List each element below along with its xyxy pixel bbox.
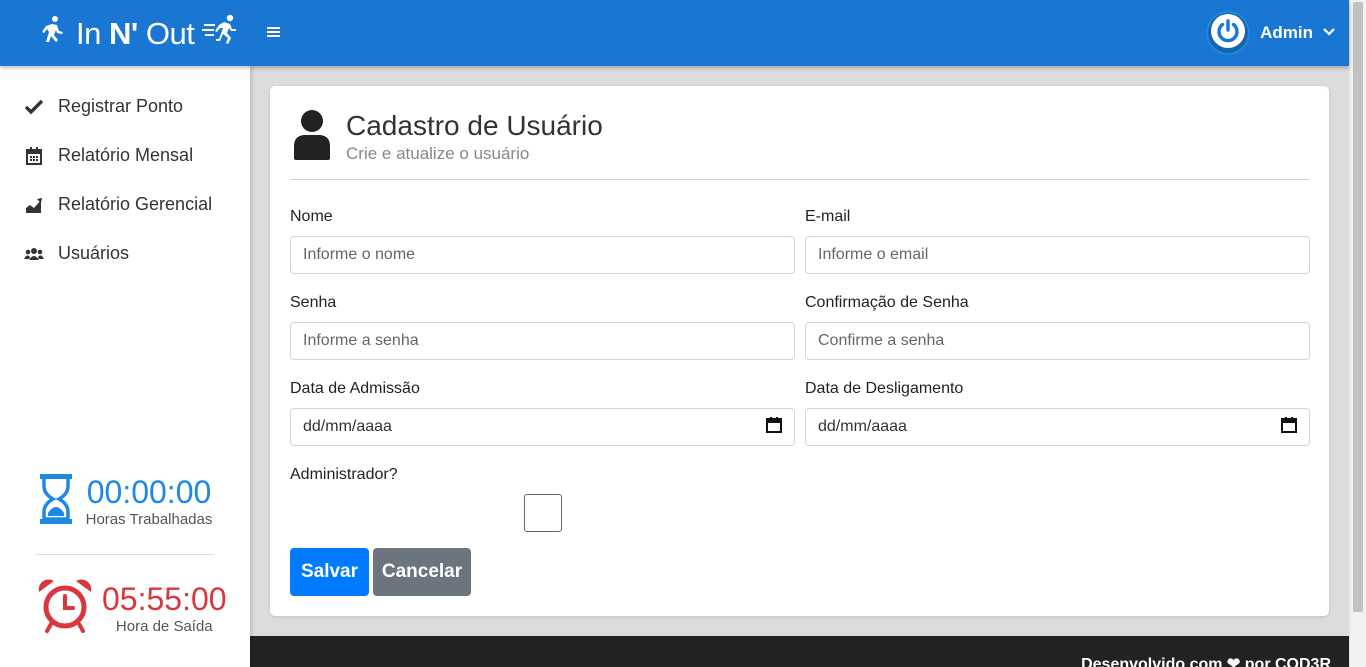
sidebar: Registrar Ponto Relatório Mensal Relatór… <box>0 66 250 667</box>
worked-hours-label: Horas Trabalhadas <box>85 511 213 528</box>
check-icon <box>24 99 44 115</box>
sidebar-item-label: Usuários <box>58 243 130 263</box>
admin-checkbox[interactable] <box>524 494 562 532</box>
exit-time-label: Hora de Saída <box>115 618 213 635</box>
sidebar-item-label: Relatório Mensal <box>58 145 194 165</box>
hamburger-icon <box>266 25 282 44</box>
start-date-input[interactable]: dd/mm/aaaa <box>290 408 795 446</box>
sidebar-item-relatorio-mensal[interactable]: Relatório Mensal <box>0 131 250 180</box>
password-field-group: Senha Informe a senha <box>290 294 795 360</box>
admin-field-group: Administrador? <box>290 466 795 494</box>
confirm-password-label: Confirmação de Senha <box>805 294 969 311</box>
footer: Desenvolvido com ❤ por COD3R <box>250 636 1349 667</box>
worked-hours-widget: 00:00:00 Horas Trabalhadas <box>36 472 214 531</box>
end-date-field-group: Data de Desligamento dd/mm/aaaa <box>805 380 1310 446</box>
sidebar-item-label: Registrar Ponto <box>58 96 184 116</box>
footer-text: Desenvolvido com ❤ por COD3R <box>1081 656 1331 667</box>
chart-area-icon <box>24 197 44 213</box>
brand-name: In N' Out <box>76 16 195 51</box>
end-date-value: dd/mm/aaaa <box>818 418 907 435</box>
sidebar-item-relatorio-gerencial[interactable]: Relatório Gerencial <box>0 180 250 229</box>
email-label: E-mail <box>805 208 851 225</box>
menu-toggle-button[interactable] <box>262 24 286 44</box>
name-field-group: Nome Informe o nome <box>290 208 795 274</box>
start-date-value: dd/mm/aaaa <box>303 418 392 435</box>
end-date-input[interactable]: dd/mm/aaaa <box>805 408 1310 446</box>
user-menu[interactable]: Admin <box>1206 10 1335 56</box>
vertical-scrollbar[interactable] <box>1349 0 1366 667</box>
user-name: Admin <box>1260 23 1313 42</box>
password-input[interactable]: Informe a senha <box>290 322 795 360</box>
email-field-group: E-mail Informe o email <box>805 208 1310 274</box>
exit-time-value: 05:55:00 <box>102 581 227 617</box>
brand-logo[interactable]: In N' Out <box>38 14 238 54</box>
calendar-icon <box>24 146 44 165</box>
sidebar-item-registrar-ponto[interactable]: Registrar Ponto <box>0 82 250 131</box>
running-person-icon <box>202 14 238 54</box>
chevron-down-icon <box>1323 24 1335 42</box>
confirm-password-field-group: Confirmação de Senha Confirme a senha <box>805 294 1310 360</box>
avatar <box>1206 11 1251 55</box>
top-navbar: In N' Out Admin <box>0 0 1349 66</box>
admin-label: Administrador? <box>290 466 398 483</box>
hourglass-icon <box>36 472 76 531</box>
name-label: Nome <box>290 208 333 225</box>
card-header: Cadastro de Usuário Crie e atualize o us… <box>290 106 1309 180</box>
email-input[interactable]: Informe o email <box>805 236 1310 274</box>
page-title: Cadastro de Usuário <box>346 110 603 141</box>
calendar-icon[interactable] <box>766 416 782 438</box>
sidebar-item-label: Relatório Gerencial <box>58 194 213 214</box>
cancel-button[interactable]: Cancelar <box>373 548 471 596</box>
end-date-label: Data de Desligamento <box>805 380 964 397</box>
walking-person-icon <box>38 15 68 53</box>
save-button[interactable]: Salvar <box>290 548 369 596</box>
calendar-icon[interactable] <box>1281 416 1297 438</box>
power-icon <box>1210 13 1246 54</box>
exit-time-widget: 05:55:00 Hora de Saída <box>36 577 227 640</box>
user-form-card: Cadastro de Usuário Crie e atualize o us… <box>270 86 1329 616</box>
users-icon <box>24 247 44 261</box>
start-date-field-group: Data de Admissão dd/mm/aaaa <box>290 380 795 446</box>
worked-hours-time: 00:00:00 <box>86 474 212 510</box>
alarm-clock-icon <box>36 577 94 640</box>
password-label: Senha <box>290 294 337 311</box>
page-subtitle: Crie e atualize o usuário <box>346 144 530 163</box>
widget-divider <box>36 554 214 555</box>
name-input[interactable]: Informe o nome <box>290 236 795 274</box>
sidebar-item-usuarios[interactable]: Usuários <box>0 229 250 278</box>
scrollbar-thumb[interactable] <box>1353 2 1363 612</box>
user-icon <box>290 108 334 165</box>
start-date-label: Data de Admissão <box>290 380 420 397</box>
confirm-password-input[interactable]: Confirme a senha <box>805 322 1310 360</box>
main-content: Cadastro de Usuário Crie e atualize o us… <box>250 66 1349 636</box>
